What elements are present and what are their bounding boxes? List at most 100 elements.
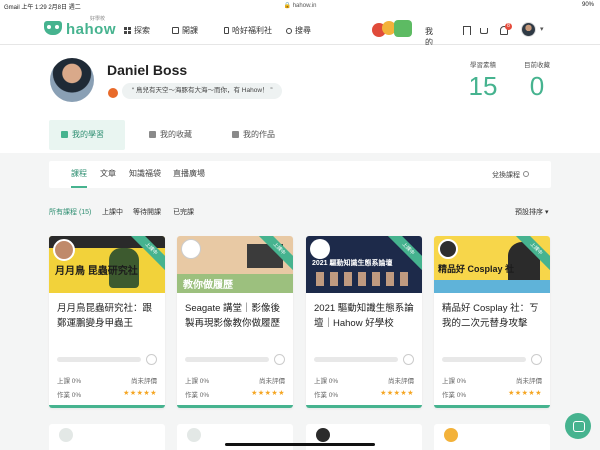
course-card[interactable]: 月月鳥 昆蟲研究社 上課中 月月鳥昆蟲研究社：跟鄭運鵬變身甲蟲王 上課 0% 尚… [49, 236, 165, 408]
progress-circle-icon [146, 354, 157, 365]
rating-status: 尚未評價 [388, 378, 414, 385]
notification-badge: 8 [505, 23, 512, 30]
help-icon [523, 171, 529, 177]
course-logo-icon [444, 428, 458, 442]
tab-my-works[interactable]: 我的作品 [220, 120, 287, 150]
stat-value: 15 [468, 71, 498, 101]
course-logo-icon [187, 428, 201, 442]
progress-circle-icon [274, 354, 285, 365]
chevron-down-icon[interactable]: ▾ [540, 25, 544, 33]
phone-icon [224, 27, 229, 34]
address-bar[interactable]: 🔒 hahow.in [0, 2, 600, 9]
homework-row: 作業 0% ★★★★★ [57, 389, 157, 399]
lesson-progress: 上課 0% [314, 378, 339, 385]
lesson-progress: 上課 0% [442, 378, 467, 385]
tab-courses[interactable]: 課程 [71, 161, 87, 188]
tab-my-learning[interactable]: 我的學習 [49, 120, 125, 150]
homework-row: 作業 0% ★★★★★ [442, 389, 542, 399]
course-card-peek[interactable] [306, 424, 422, 450]
course-title: 2021 驅動知識生態系論壇｜Hahow 好學校 [314, 303, 414, 329]
hahow-logo[interactable]: hahow 好學校 [44, 16, 116, 40]
filter-in-progress[interactable]: 上課中 [102, 207, 123, 217]
rating-status: 尚未評價 [259, 378, 285, 385]
homework-row: 作業 0% ★★★★★ [314, 389, 414, 399]
lesson-progress: 上課 0% [57, 378, 82, 385]
card-accent-bar [434, 405, 550, 408]
nav-teach[interactable]: 開課 [172, 25, 198, 36]
battery-level: 90% [581, 2, 594, 8]
course-thumbnail: 月月鳥 昆蟲研究社 上課中 [49, 236, 165, 293]
rating-stars[interactable]: ★★★★★ [508, 389, 542, 397]
promo-characters-icon[interactable] [372, 19, 416, 39]
home-indicator[interactable] [225, 443, 375, 446]
nav-welfare[interactable]: 哈好福利社 [224, 25, 272, 36]
card-accent-bar [49, 405, 165, 408]
tab-knowledge-bags[interactable]: 知識福袋 [129, 161, 161, 188]
rating-stars[interactable]: ★★★★★ [251, 389, 285, 397]
logo-mark-icon [44, 21, 62, 35]
bookmark-icon[interactable] [463, 26, 471, 35]
redeem-course-button[interactable]: 兌換課程 [492, 170, 529, 180]
progress-bar [442, 357, 526, 362]
nav-search[interactable]: 搜尋 [286, 25, 311, 36]
profile-header: Daniel Boss “ 鳥兒有天空～海豚有大海～而你，有 Hahow！ ” … [0, 45, 600, 153]
course-card-peek[interactable] [434, 424, 550, 450]
course-logo-icon [316, 428, 330, 442]
document-icon [232, 131, 239, 138]
rating-status: 尚未評價 [516, 378, 542, 385]
user-avatar-menu[interactable] [521, 22, 536, 37]
lesson-progress: 上課 0% [185, 378, 210, 385]
rating-stars[interactable]: ★★★★★ [380, 389, 414, 397]
progress-circle-icon [531, 354, 542, 365]
filter-waiting[interactable]: 等待開課 [133, 207, 161, 217]
lesson-row: 上課 0% 尚未評價 [57, 375, 157, 385]
logo-tagline: 好學校 [90, 16, 106, 22]
profile-name: Daniel Boss [107, 62, 188, 78]
course-card-peek[interactable] [49, 424, 165, 450]
chat-icon[interactable] [565, 413, 591, 439]
stat-value: 0 [529, 71, 545, 101]
course-card-peek[interactable] [177, 424, 293, 450]
homework-progress: 作業 0% [442, 392, 467, 399]
course-title: 月月鳥昆蟲研究社：跟鄭運鵬變身甲蟲王 [57, 303, 153, 329]
course-thumbnail: 2021 驅動知識生態系論壇 上課中 [306, 236, 422, 293]
thumbnail-title: 精品好 Cosplay 社 [438, 264, 515, 274]
top-navigation: hahow 好學校 探索 開課 哈好福利社 搜尋 我的學習 8 ▾ [0, 11, 600, 69]
lesson-row: 上課 0% 尚未評價 [442, 375, 542, 385]
course-thumbnail: 精品好 Cosplay 社 上課中 [434, 236, 550, 293]
lesson-row: 上課 0% 尚未評價 [314, 375, 414, 385]
level-badge-icon [108, 88, 118, 98]
tab-live[interactable]: 直播廣場 [173, 161, 205, 188]
homework-row: 作業 0% ★★★★★ [185, 389, 285, 399]
tab-articles[interactable]: 文章 [100, 161, 116, 188]
homework-progress: 作業 0% [314, 392, 339, 399]
filter-all[interactable]: 所有課程 (15) [49, 207, 91, 217]
bookmark-icon [149, 131, 156, 138]
stat-label: 目前收藏 [524, 62, 550, 69]
stat-favorites: 目前收藏 0 [520, 59, 554, 102]
stat-label: 學習素積 [470, 62, 496, 69]
tab-my-favorites[interactable]: 我的收藏 [137, 120, 204, 150]
device-status-bar: Gmail 上午 1:29 2月8日 週二 🔒 hahow.in 90% [0, 0, 600, 11]
course-card[interactable]: 教你做履歷 上課中 Seagate 講堂｜影像後製再現影像教你做履歷 上課 0%… [177, 236, 293, 408]
search-icon [286, 28, 292, 34]
progress-bar [57, 357, 141, 362]
book-icon [172, 27, 179, 34]
grid-icon [124, 27, 131, 34]
course-title: 精品好 Cosplay 社：ㄎ我的二次元替身攻擊 [442, 303, 539, 329]
course-card[interactable]: 精品好 Cosplay 社 上課中 精品好 Cosplay 社：ㄎ我的二次元替身… [434, 236, 550, 408]
course-card[interactable]: 2021 驅動知識生態系論壇 上課中 2021 驅動知識生態系論壇｜Hahow … [306, 236, 422, 408]
progress-bar [185, 357, 269, 362]
course-thumbnail: 教你做履歷 上課中 [177, 236, 293, 293]
cart-icon[interactable] [480, 28, 488, 34]
thumbnail-title: 月月鳥 昆蟲研究社 [55, 266, 138, 277]
sort-dropdown[interactable]: 預設排序 ▾ [515, 207, 548, 217]
nav-explore[interactable]: 探索 [124, 25, 150, 36]
lesson-row: 上課 0% 尚未評價 [185, 375, 285, 385]
rating-stars[interactable]: ★★★★★ [123, 389, 157, 397]
course-title: Seagate 講堂｜影像後製再現影像教你做履歷 [185, 303, 281, 329]
folder-icon [61, 131, 68, 138]
status-ribbon: 上課中 [383, 236, 422, 274]
logo-word: hahow [66, 21, 116, 38]
filter-completed[interactable]: 已完課 [173, 207, 194, 217]
